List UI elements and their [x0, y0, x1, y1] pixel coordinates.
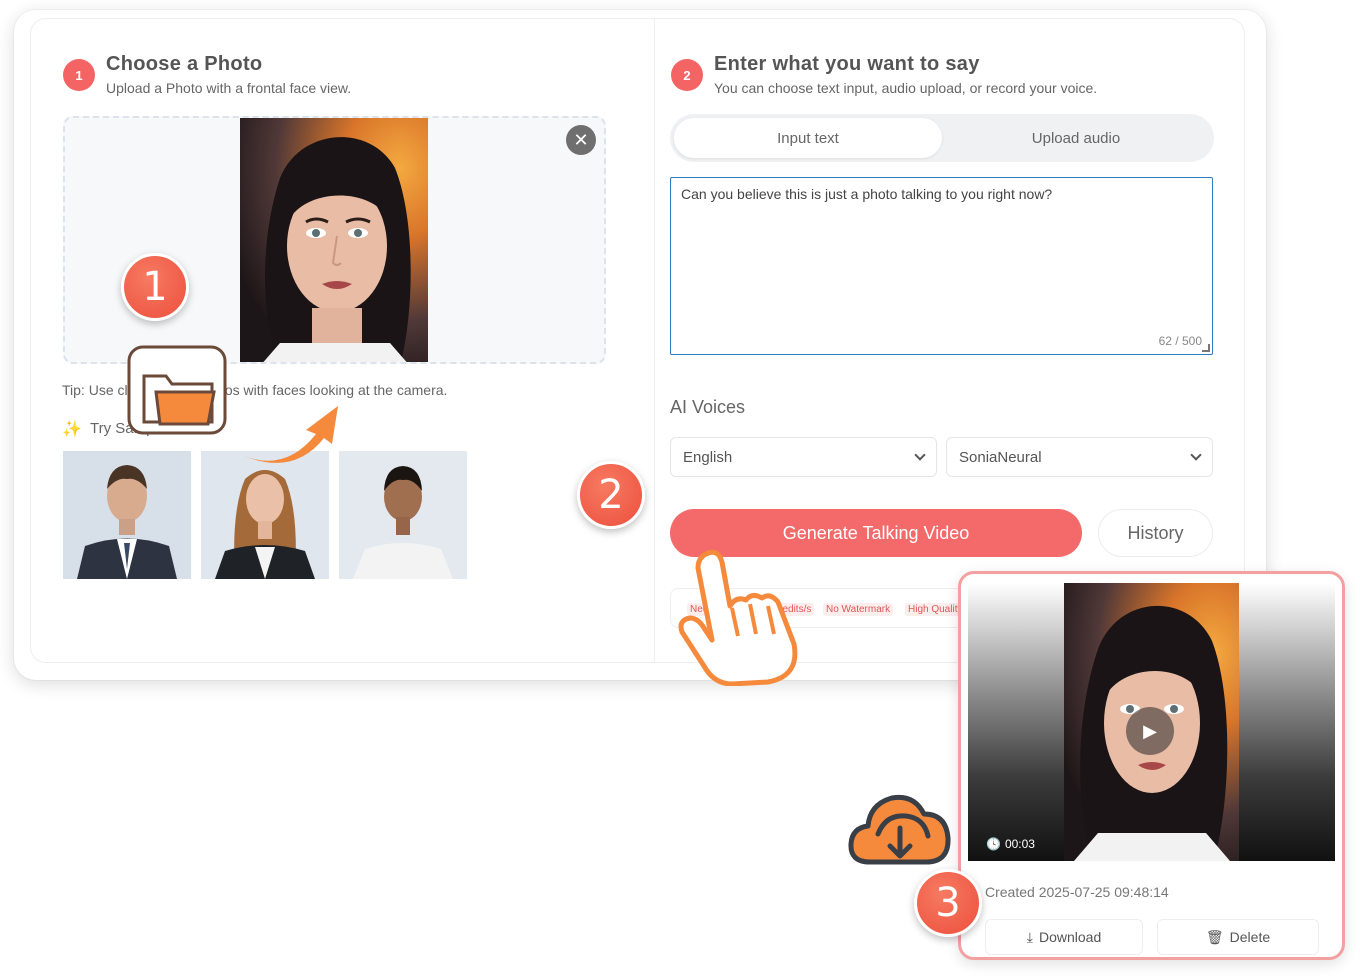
trash-icon: 🗑: [1205, 928, 1224, 945]
voice-select-value: SoniaNeural: [959, 449, 1042, 466]
tab-input-text[interactable]: Input text: [674, 118, 942, 158]
resize-handle[interactable]: [1202, 344, 1210, 352]
video-duration: 🕓 00:03: [986, 837, 1035, 851]
history-button[interactable]: History: [1098, 509, 1213, 557]
play-button[interactable]: ▶: [1126, 707, 1174, 755]
speech-text-input[interactable]: Can you believe this is just a photo tal…: [670, 177, 1213, 355]
sample-photo-man[interactable]: [63, 451, 191, 579]
tab-upload-audio[interactable]: Upload audio: [942, 118, 1210, 158]
sample-photo-woman[interactable]: [201, 451, 329, 579]
step-2-title: Enter what you want to say: [714, 53, 980, 75]
voice-select[interactable]: SoniaNeural: [946, 437, 1213, 477]
app-stage: { "step1": { "number": "1", "title": "Ch…: [0, 0, 1360, 980]
badge-quality: High Quality: [905, 603, 966, 616]
step-2-number: 2: [671, 59, 703, 91]
sample-photo-boy[interactable]: [339, 451, 467, 579]
delete-label: Delete: [1229, 929, 1271, 945]
cloud-download-icon: [848, 794, 951, 865]
play-icon: ▶: [1143, 720, 1157, 741]
step-2-subtitle: You can choose text input, audio upload,…: [714, 80, 1098, 96]
download-button[interactable]: ⤓ Download: [985, 919, 1143, 955]
character-counter: 62 / 500: [1158, 334, 1202, 348]
badge-watermark: No Watermark: [823, 603, 894, 616]
video-player[interactable]: ▶ 🕓 00:03: [968, 583, 1335, 861]
ai-voices-label: AI Voices: [670, 397, 746, 417]
sparkle-icon: ✨: [62, 421, 82, 438]
uploaded-photo: [240, 118, 428, 362]
chevron-down-icon: [1190, 449, 1202, 461]
download-label: Download: [1038, 929, 1102, 945]
hand-pointer-icon: [678, 549, 798, 686]
folder-icon: [127, 345, 338, 463]
big-step-1-badge: 1: [121, 253, 189, 321]
step-1-title: Choose a Photo: [106, 53, 263, 75]
big-step-3-badge: 3: [914, 869, 982, 937]
photo-upload-area[interactable]: [63, 116, 606, 364]
video-duration-text: 00:03: [1004, 837, 1035, 851]
created-timestamp: Created 2025-07-25 09:48:14: [985, 884, 1169, 900]
speech-text-value: Can you believe this is just a photo tal…: [681, 186, 1053, 202]
delete-button[interactable]: 🗑 Delete: [1157, 919, 1319, 955]
big-step-2-badge: 2: [577, 461, 645, 529]
input-mode-tabs: Input text Upload audio: [670, 114, 1214, 162]
remove-photo-button[interactable]: ✕: [566, 125, 596, 155]
step-1-subtitle: Upload a Photo with a frontal face view.: [106, 80, 352, 96]
chevron-down-icon: [914, 449, 926, 461]
result-video-card: ▶ 🕓 00:03 Created 2025-07-25 09:48:14 ⤓ …: [958, 571, 1345, 960]
clock-icon: 🕓: [986, 837, 1001, 851]
close-icon: ✕: [573, 129, 589, 150]
column-divider: [654, 19, 655, 662]
language-select-value: English: [683, 449, 733, 466]
download-icon: ⤓: [1026, 928, 1033, 945]
step-1-number: 1: [63, 59, 95, 91]
language-select[interactable]: English: [670, 437, 937, 477]
